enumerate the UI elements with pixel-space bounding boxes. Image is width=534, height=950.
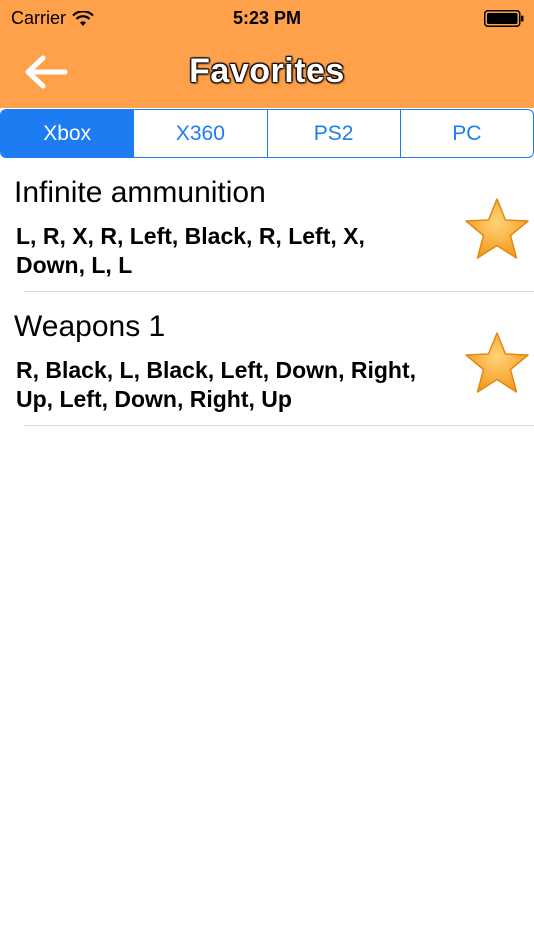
cheat-code: R, Black, L, Black, Left, Down, Right, U…	[16, 357, 416, 412]
list-item[interactable]: Infinite ammunition L, R, X, R, Left, Bl…	[0, 158, 534, 292]
status-time: 5:23 PM	[232, 8, 302, 28]
row-separator	[24, 425, 534, 426]
cheat-title: Weapons 1	[14, 310, 166, 343]
favorites-list: Infinite ammunition L, R, X, R, Left, Bl…	[0, 158, 534, 426]
navigation-bar: Favorites	[0, 38, 534, 108]
star-icon[interactable]	[462, 330, 532, 398]
star-icon[interactable]	[462, 196, 532, 264]
segment-ps2[interactable]: PS2	[266, 110, 400, 157]
favorites-screen: Carrier 5:23 PM Favorites Xbox X360 PS2 …	[0, 0, 534, 950]
cheat-title: Infinite ammunition	[14, 176, 266, 209]
platform-segmented-control: Xbox X360 PS2 PC	[0, 109, 534, 158]
list-item[interactable]: Weapons 1 R, Black, L, Black, Left, Down…	[0, 292, 534, 426]
status-bar: Carrier 5:23 PM	[0, 0, 534, 38]
cheat-code: L, R, X, R, Left, Black, R, Left, X, Dow…	[16, 223, 365, 278]
segment-x360[interactable]: X360	[133, 110, 266, 157]
battery-icon	[484, 10, 524, 27]
header: Carrier 5:23 PM Favorites	[0, 0, 534, 108]
segment-xbox[interactable]: Xbox	[1, 110, 134, 157]
page-title: Favorites	[189, 52, 345, 90]
segment-pc[interactable]: PC	[399, 110, 533, 157]
